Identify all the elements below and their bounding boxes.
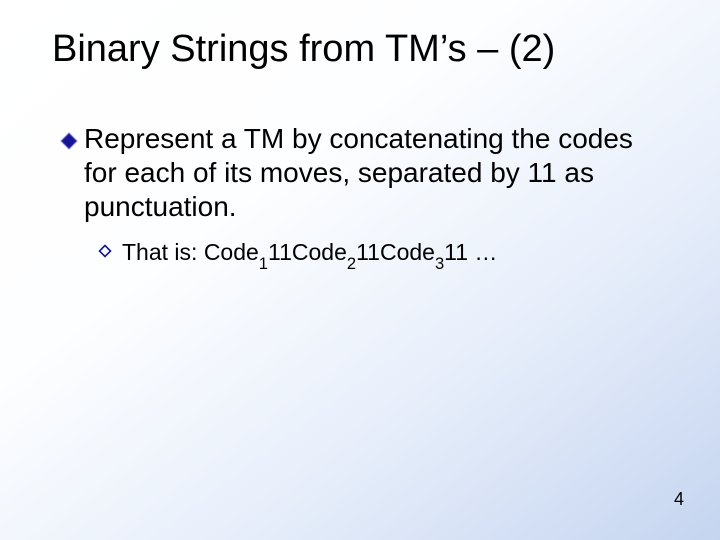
- b2-code-2: Code: [292, 239, 347, 265]
- b2-trail: …: [468, 239, 497, 265]
- bullet-level-1: Represent a TM by concatenating the code…: [60, 122, 656, 224]
- b2-sep-2: 11: [356, 239, 380, 265]
- b2-sub-3: 3: [435, 254, 444, 273]
- page-number: 4: [674, 489, 684, 510]
- b2-prefix: That is:: [122, 239, 204, 265]
- slide-body: Represent a TM by concatenating the code…: [60, 122, 656, 272]
- b2-code-3: Code: [380, 239, 435, 265]
- bullet-2-text: That is: Code111Code211Code311 …: [122, 238, 497, 271]
- b2-sep-3: 11: [444, 239, 468, 265]
- bullet-1-text: Represent a TM by concatenating the code…: [84, 122, 656, 224]
- slide-title: Binary Strings from TM’s – (2): [52, 28, 680, 71]
- slide: Binary Strings from TM’s – (2) Represent…: [0, 0, 720, 540]
- diamond-bullet-icon: [60, 132, 78, 150]
- b2-sub-2: 2: [347, 254, 356, 273]
- bullet-level-2: That is: Code111Code211Code311 …: [98, 238, 656, 271]
- b2-code-1: Code: [204, 239, 259, 265]
- b2-sep-1: 11: [268, 239, 292, 265]
- b2-sub-1: 1: [259, 254, 268, 273]
- small-diamond-bullet-icon: [98, 244, 112, 258]
